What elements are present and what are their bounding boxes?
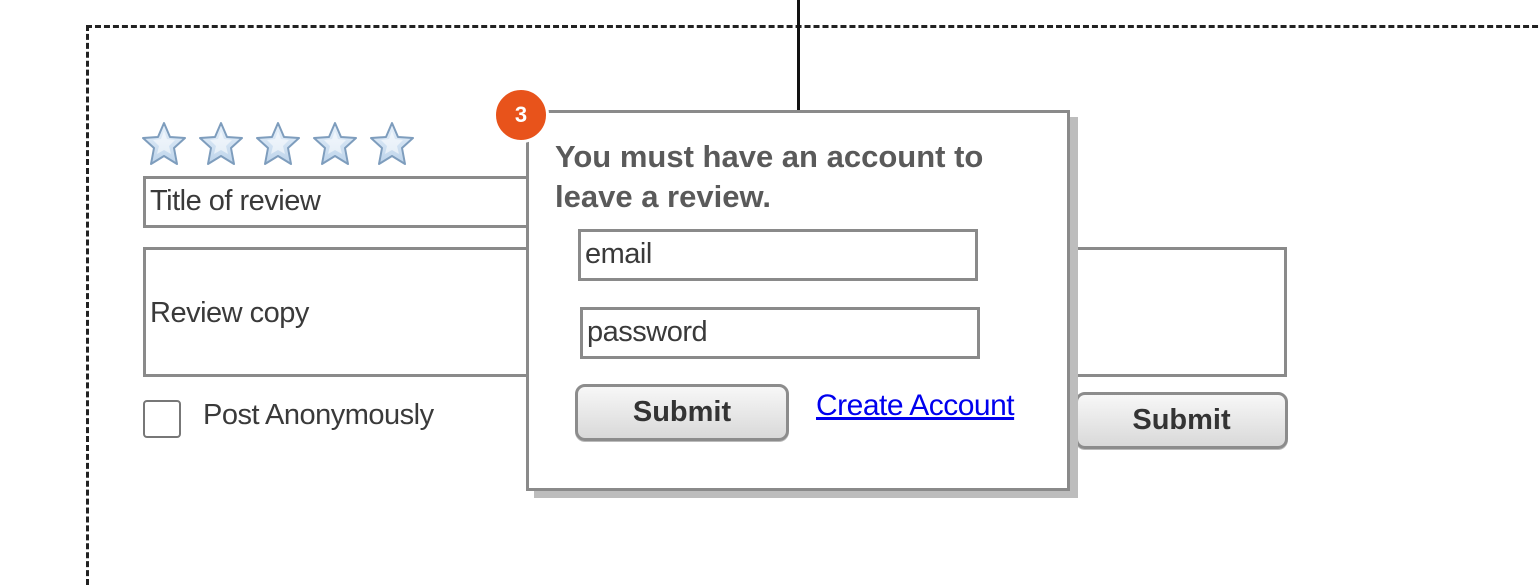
password-field[interactable]: password (580, 307, 980, 359)
password-placeholder: password (587, 316, 708, 348)
star-icon[interactable] (368, 120, 416, 168)
post-anonymously-label[interactable]: Post Anonymously (203, 399, 434, 432)
star-rating[interactable] (140, 120, 416, 168)
email-placeholder: email (585, 238, 652, 270)
star-icon[interactable] (197, 120, 245, 168)
star-icon[interactable] (254, 120, 302, 168)
login-required-message: You must have an account to leave a revi… (555, 139, 984, 214)
post-anonymously-checkbox[interactable] (143, 400, 181, 438)
review-title-placeholder: Title of review (150, 185, 321, 217)
annotation-number-badge: 3 (493, 87, 549, 143)
review-title-field[interactable]: Title of review (143, 176, 543, 228)
email-field[interactable]: email (578, 229, 978, 281)
review-submit-button[interactable]: Submit (1075, 392, 1288, 449)
star-icon[interactable] (140, 120, 188, 168)
annotation-connector-line (797, 0, 800, 112)
create-account-link[interactable]: Create Account (816, 389, 1015, 423)
login-submit-button[interactable]: Submit (575, 384, 789, 441)
review-copy-placeholder: Review copy (150, 297, 309, 329)
star-icon[interactable] (311, 120, 359, 168)
